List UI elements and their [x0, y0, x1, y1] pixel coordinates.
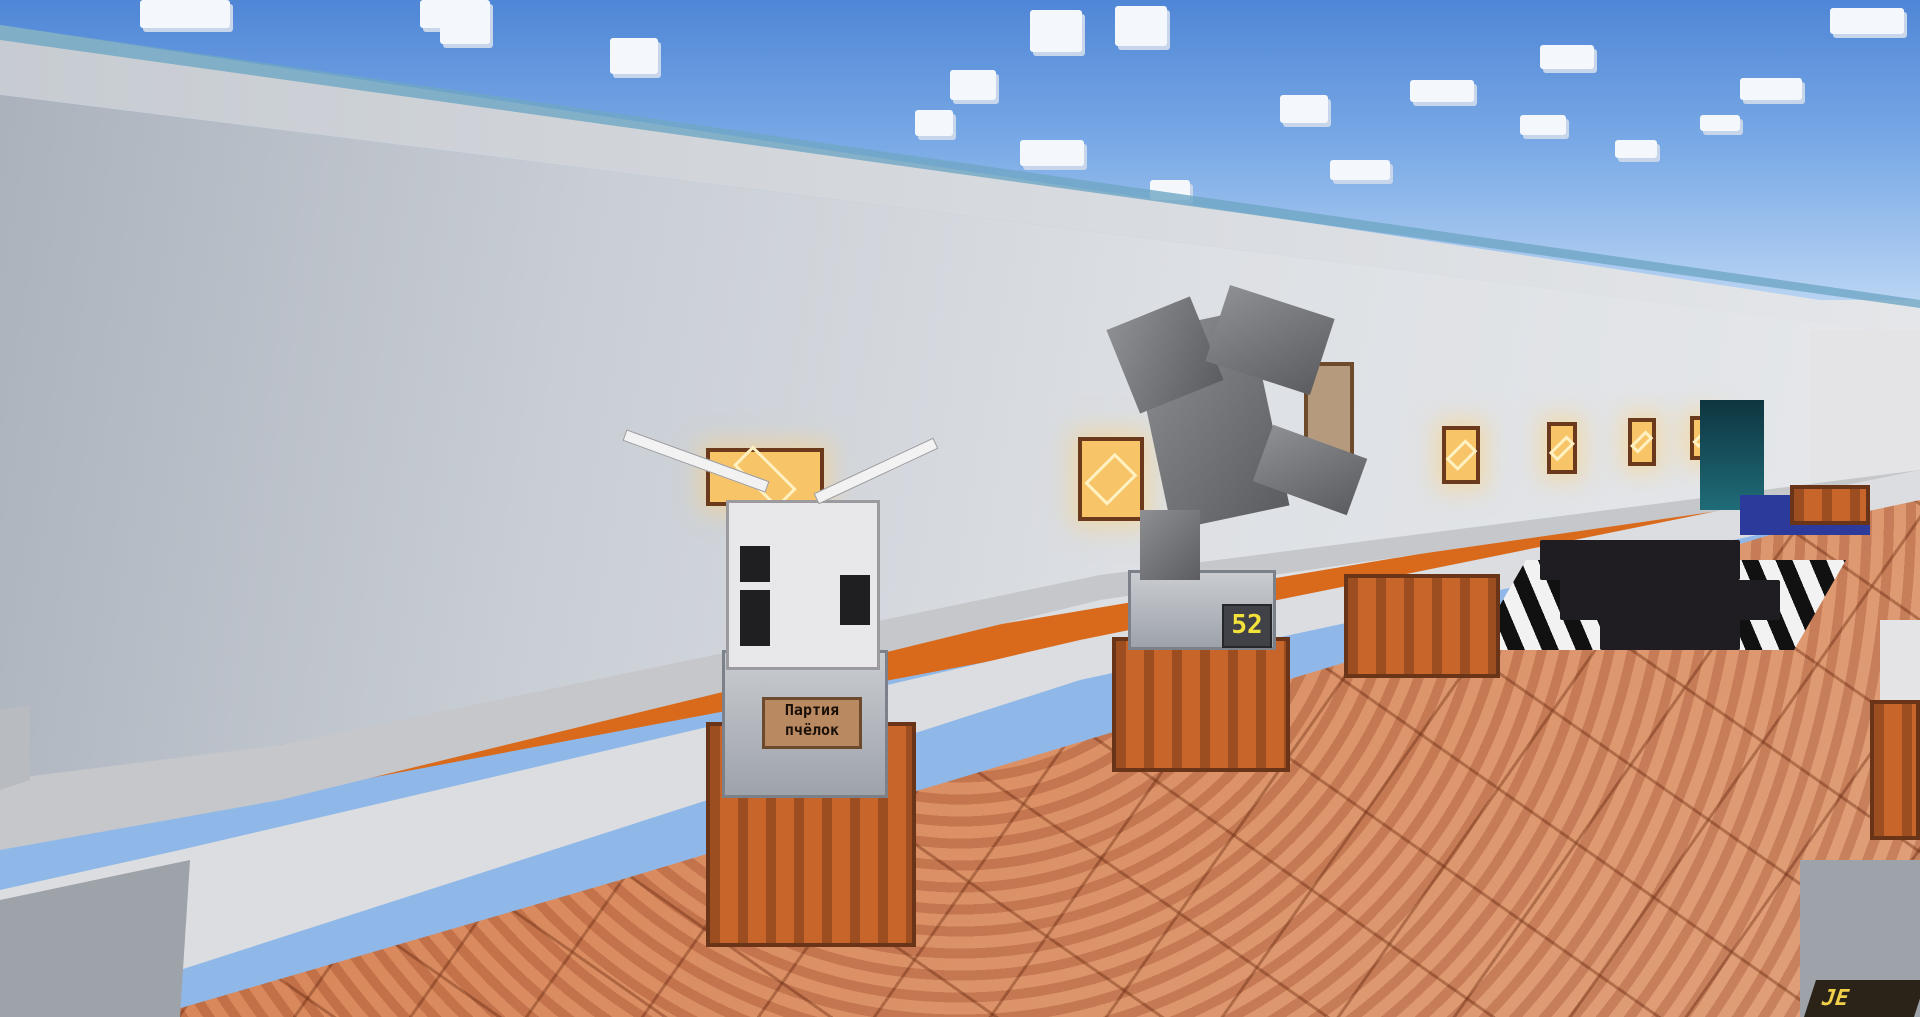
crate-pedestal	[1870, 700, 1920, 840]
spot	[840, 575, 870, 625]
crate-pedestal	[1344, 574, 1500, 678]
cloud	[1700, 115, 1740, 131]
seats-row	[1540, 540, 1740, 580]
spot	[740, 590, 770, 646]
game-viewport[interactable]: 52 Партия пчёлок JE	[0, 0, 1920, 1017]
cloud	[1115, 6, 1167, 46]
cloud	[1330, 160, 1390, 180]
cloud	[1830, 8, 1904, 34]
warden-statue	[1700, 400, 1764, 510]
seats-row	[1600, 615, 1740, 650]
cloud	[915, 110, 953, 136]
corner-sign: JE	[1803, 980, 1920, 1017]
cloud	[140, 0, 230, 28]
cloud	[950, 70, 996, 100]
cloud	[1520, 115, 1566, 135]
cloud	[1615, 140, 1657, 158]
lamp-icon	[1628, 418, 1656, 466]
lamp-icon	[1442, 426, 1480, 484]
cloud	[1030, 10, 1082, 52]
cloud	[1020, 140, 1084, 166]
lamp-icon	[1547, 422, 1577, 474]
crate-pedestal	[1112, 637, 1290, 772]
white-figure	[1880, 620, 1920, 700]
cloud	[440, 12, 490, 44]
cloud	[610, 38, 658, 74]
cloud	[1410, 80, 1474, 102]
spot	[740, 546, 770, 582]
end-wall	[1810, 330, 1920, 490]
cloud	[1740, 78, 1802, 100]
lamp-icon	[1078, 437, 1144, 521]
seats-row	[1560, 580, 1780, 620]
sign-line-1: Партия	[784, 701, 840, 719]
golem-leg	[1140, 510, 1200, 580]
name-sign: Партия пчёлок	[762, 697, 862, 749]
statue-number: 52	[1222, 604, 1272, 648]
cloud	[1540, 45, 1594, 69]
cloud	[1280, 95, 1328, 123]
crate-pedestal	[1790, 485, 1870, 525]
sign-line-2: пчёлок	[784, 721, 840, 739]
